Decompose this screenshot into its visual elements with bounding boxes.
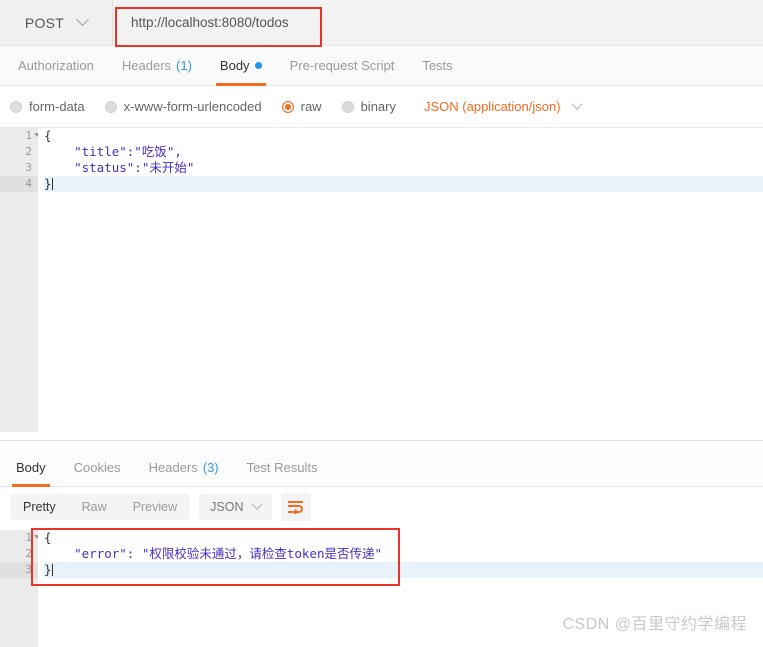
view-mode-pretty[interactable]: Pretty [10,494,69,520]
line-number: 1 [0,530,40,546]
response-view-mode-group: Pretty Raw Preview [10,494,191,520]
text-cursor [51,564,53,576]
code-line: "status":"未开始" [44,160,195,175]
http-method-selector[interactable]: POST [0,0,113,45]
line-number: 2 [25,547,32,560]
content-type-label: JSON (application/json) [424,99,561,114]
line-number: 4 [0,176,38,192]
response-toolbar: Pretty Raw Preview JSON [0,487,763,527]
tab-tests[interactable]: Tests [408,46,466,86]
line-number: 2 [25,145,32,158]
radio-x-www-form-urlencoded-icon [104,100,117,113]
tab-headers[interactable]: Headers (1) [108,46,206,86]
tab-headers-count: (1) [176,58,192,73]
response-tabs: Body Cookies Headers (3) Test Results [0,449,763,487]
response-tab-cookies-label: Cookies [73,460,121,475]
tab-headers-label: Headers [121,58,172,73]
request-body-editor[interactable]: 1 2 3 4 { "title":"吃饭", "status":"未开始" } [0,128,763,432]
word-wrap-icon [288,501,304,514]
code-line: } [44,176,763,192]
postman-window: POST http://localhost:8080/todos Authori… [0,0,763,647]
radio-raw[interactable]: raw [281,99,322,114]
tab-tests-label: Tests [422,58,453,73]
tab-pre-request-script[interactable]: Pre-request Script [276,46,409,86]
tab-body[interactable]: Body [206,46,276,86]
body-modified-dot-icon [254,62,262,69]
response-tab-cookies[interactable]: Cookies [60,449,135,487]
tab-authorization[interactable]: Authorization [4,46,108,86]
body-type-options: form-data x-www-form-urlencoded raw bina… [0,86,763,128]
content-type-selector[interactable]: JSON (application/json) [424,98,583,114]
line-number: 3 [25,161,32,174]
response-tab-test-results-label: Test Results [246,460,318,475]
chevron-down-icon [570,98,583,110]
response-tab-test-results[interactable]: Test Results [233,449,332,487]
radio-form-data-icon [10,100,22,113]
chevron-down-icon [76,13,90,27]
response-tab-headers-count: (3) [202,460,219,475]
watermark: CSDN @百里守约学编程 [562,616,747,633]
response-tab-headers-label: Headers [148,460,198,475]
code-line: } [44,562,763,578]
request-body-code[interactable]: { "title":"吃饭", "status":"未开始" } [38,128,763,432]
url-input[interactable]: http://localhost:8080/todos [113,0,763,45]
code-line: "title":"吃饭", [44,144,182,159]
http-method-label: POST [24,14,65,31]
request-url-bar: POST http://localhost:8080/todos [0,0,763,46]
url-input-value: http://localhost:8080/todos [131,15,289,30]
response-format-label: JSON [210,500,244,514]
text-cursor [51,178,53,190]
tab-authorization-label: Authorization [18,58,94,73]
radio-raw-label: raw [300,99,322,114]
radio-binary[interactable]: binary [341,99,396,114]
view-mode-preview[interactable]: Preview [120,494,190,520]
request-tabs: Authorization Headers (1) Body Pre-reque… [0,46,763,86]
word-wrap-button[interactable] [281,493,312,521]
radio-raw-icon [281,100,294,113]
pane-divider [0,440,763,441]
response-editor-gutter: 1 2 3 [0,530,40,647]
radio-x-www-form-urlencoded[interactable]: x-www-form-urlencoded [104,99,262,114]
code-line: "error": "权限校验未通过，请检查token是否传递" [44,546,383,561]
response-format-selector[interactable]: JSON [199,494,273,520]
radio-x-www-form-urlencoded-label: x-www-form-urlencoded [123,99,262,114]
radio-binary-label: binary [360,99,396,114]
radio-binary-icon [341,100,354,113]
code-line: { [44,530,52,545]
view-mode-raw[interactable]: Raw [69,494,120,520]
code-line: { [44,128,52,143]
tab-body-label: Body [219,58,250,73]
line-number: 3 [0,562,38,578]
response-tab-body-label: Body [16,460,46,475]
chevron-down-icon [251,498,264,510]
request-editor-gutter: 1 2 3 4 [0,128,40,432]
line-number: 1 [0,128,40,144]
radio-form-data[interactable]: form-data [10,99,85,114]
tab-pre-request-script-label: Pre-request Script [289,58,395,73]
response-tab-body[interactable]: Body [2,449,60,487]
response-tab-headers[interactable]: Headers (3) [135,449,233,487]
radio-form-data-label: form-data [29,99,85,114]
